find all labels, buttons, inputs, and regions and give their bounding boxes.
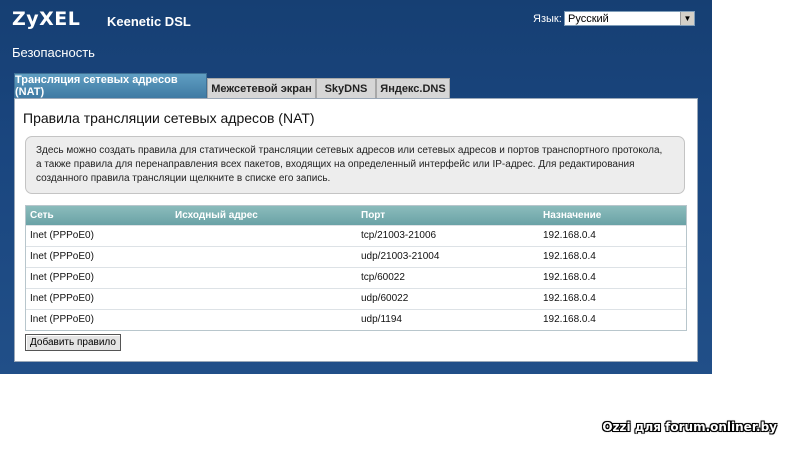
cell-network: Inet (PPPoE0): [30, 272, 94, 283]
column-header-source-address: Исходный адрес: [175, 210, 258, 221]
info-box: Здесь можно создать правила для статичес…: [25, 136, 685, 194]
product-name: Keenetic DSL: [107, 14, 191, 29]
cell-destination: 192.168.0.4: [543, 251, 596, 262]
table-row[interactable]: Inet (PPPoE0) udp/21003-21004 192.168.0.…: [26, 246, 686, 267]
language-select[interactable]: Русский ▼: [564, 11, 695, 26]
tab-yandex-dns[interactable]: Яндекс.DNS: [376, 78, 450, 98]
column-header-destination: Назначение: [543, 210, 602, 221]
table-header: Сеть Исходный адрес Порт Назначение: [26, 206, 686, 225]
info-line: Здесь можно создать правила для статичес…: [36, 145, 663, 156]
cell-port: udp/21003-21004: [361, 251, 440, 262]
tab-skydns[interactable]: SkyDNS: [316, 78, 376, 98]
nat-rules-table: Сеть Исходный адрес Порт Назначение Inet…: [25, 205, 687, 331]
zyxel-logo: ZyXEL: [12, 8, 81, 30]
info-line: а также правила для перенаправления всех…: [36, 159, 635, 170]
cell-network: Inet (PPPoE0): [30, 293, 94, 304]
tab-nat[interactable]: Трансляция сетевых адресов (NAT): [14, 73, 207, 98]
info-line: созданного правила трансляции щелкните в…: [36, 173, 331, 184]
cell-port: udp/60022: [361, 293, 409, 304]
chevron-down-icon[interactable]: ▼: [680, 12, 694, 25]
cell-destination: 192.168.0.4: [543, 272, 596, 283]
add-rule-button[interactable]: Добавить правило: [25, 334, 121, 351]
table-row[interactable]: Inet (PPPoE0) udp/60022 192.168.0.4: [26, 288, 686, 309]
page-title: Безопасность: [12, 45, 95, 60]
cell-port: tcp/60022: [361, 272, 405, 283]
table-row[interactable]: Inet (PPPoE0) udp/1194 192.168.0.4: [26, 309, 686, 330]
language-label: Язык:: [533, 13, 562, 25]
language-select-value: Русский: [568, 13, 609, 25]
column-header-network: Сеть: [30, 210, 54, 221]
cell-destination: 192.168.0.4: [543, 230, 596, 241]
watermark: Ozzi для forum.onliner.by: [602, 420, 777, 434]
nat-panel: Правила трансляции сетевых адресов (NAT)…: [14, 98, 698, 362]
table-row[interactable]: Inet (PPPoE0) tcp/60022 192.168.0.4: [26, 267, 686, 288]
tab-firewall[interactable]: Межсетевой экран: [207, 78, 316, 98]
panel-title: Правила трансляции сетевых адресов (NAT): [23, 110, 315, 126]
cell-network: Inet (PPPoE0): [30, 230, 94, 241]
table-row[interactable]: Inet (PPPoE0) tcp/21003-21006 192.168.0.…: [26, 225, 686, 246]
cell-network: Inet (PPPoE0): [30, 251, 94, 262]
cell-destination: 192.168.0.4: [543, 314, 596, 325]
column-header-port: Порт: [361, 210, 386, 221]
cell-port: tcp/21003-21006: [361, 230, 437, 241]
cell-destination: 192.168.0.4: [543, 293, 596, 304]
router-admin-window: ZyXEL Keenetic DSL Язык: Русский ▼ Безоп…: [0, 0, 712, 374]
cell-port: udp/1194: [361, 314, 402, 325]
cell-network: Inet (PPPoE0): [30, 314, 94, 325]
